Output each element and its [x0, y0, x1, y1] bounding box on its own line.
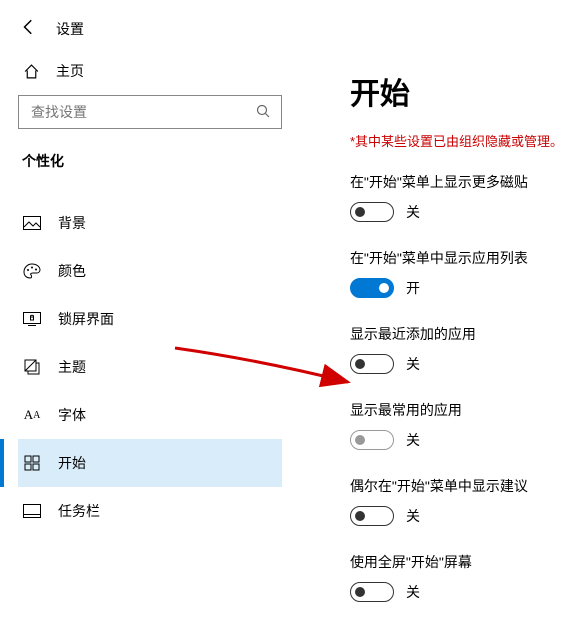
sidebar-item-label: 字体: [58, 405, 86, 425]
sidebar-item-label: 主题: [58, 357, 86, 377]
setting-label: 显示最常用的应用: [350, 400, 563, 420]
header-title: 设置: [56, 19, 84, 39]
setting-label: 显示最近添加的应用: [350, 324, 563, 344]
taskbar-icon: [22, 504, 42, 518]
sidebar-item-fonts[interactable]: AA 字体: [18, 391, 282, 439]
toggle-state: 关: [406, 582, 420, 602]
sidebar-item-taskbar[interactable]: 任务栏: [18, 487, 282, 535]
sidebar: 主页 个性化 背景 颜色: [0, 49, 300, 628]
setting-more-tiles: 在"开始"菜单上显示更多磁贴 关: [350, 172, 563, 222]
fonts-icon: AA: [22, 407, 42, 423]
setting-recent-apps: 显示最近添加的应用 关: [350, 324, 563, 374]
toggle-state: 关: [406, 354, 420, 374]
main-panel: 开始 *其中某些设置已由组织隐藏或管理。 在"开始"菜单上显示更多磁贴 关 在"…: [300, 49, 563, 628]
setting-label: 在"开始"菜单中显示应用列表: [350, 248, 563, 268]
sidebar-item-label: 颜色: [58, 261, 86, 281]
lockscreen-icon: [22, 312, 42, 326]
sidebar-item-lockscreen[interactable]: 锁屏界面: [18, 295, 282, 343]
home-icon: [22, 63, 40, 80]
setting-fullscreen-start: 使用全屏"开始"屏幕 关: [350, 552, 563, 602]
setting-app-list: 在"开始"菜单中显示应用列表 开: [350, 248, 563, 298]
setting-label: 在"开始"菜单上显示更多磁贴: [350, 172, 563, 192]
search-icon: [255, 103, 271, 122]
policy-warning: *其中某些设置已由组织隐藏或管理。: [350, 131, 563, 150]
search-box[interactable]: [18, 95, 282, 129]
setting-most-used: 显示最常用的应用 关: [350, 400, 563, 450]
search-input[interactable]: [29, 103, 255, 121]
sidebar-item-start[interactable]: 开始: [18, 439, 282, 487]
setting-label: 使用全屏"开始"屏幕: [350, 552, 563, 572]
sidebar-item-label: 任务栏: [58, 501, 100, 521]
toggle-more-tiles[interactable]: [350, 202, 394, 222]
setting-label: 偶尔在"开始"菜单中显示建议: [350, 476, 563, 496]
toggle-app-list[interactable]: [350, 278, 394, 298]
sidebar-item-background[interactable]: 背景: [18, 199, 282, 247]
toggle-recent-apps[interactable]: [350, 354, 394, 374]
sidebar-item-home[interactable]: 主页: [18, 49, 282, 95]
page-title: 开始: [350, 69, 563, 113]
toggle-fullscreen-start[interactable]: [350, 582, 394, 602]
toggle-suggestions[interactable]: [350, 506, 394, 526]
sidebar-item-colors[interactable]: 颜色: [18, 247, 282, 295]
sidebar-item-themes[interactable]: 主题: [18, 343, 282, 391]
toggle-state: 关: [406, 202, 420, 222]
sidebar-item-label: 背景: [58, 213, 86, 233]
setting-suggestions: 偶尔在"开始"菜单中显示建议 关: [350, 476, 563, 526]
toggle-most-used: [350, 430, 394, 450]
start-icon: [22, 455, 42, 471]
toggle-state: 关: [406, 430, 420, 450]
palette-icon: [22, 263, 42, 279]
sidebar-item-label: 主页: [56, 61, 84, 81]
sidebar-item-label: 锁屏界面: [58, 309, 114, 329]
toggle-state: 关: [406, 506, 420, 526]
window-header: 设置: [0, 0, 563, 49]
back-icon[interactable]: [20, 18, 38, 39]
themes-icon: [22, 359, 42, 375]
toggle-state: 开: [406, 278, 420, 298]
sidebar-section-label: 个性化: [18, 151, 282, 171]
sidebar-item-label: 开始: [58, 453, 86, 473]
image-icon: [22, 216, 42, 230]
